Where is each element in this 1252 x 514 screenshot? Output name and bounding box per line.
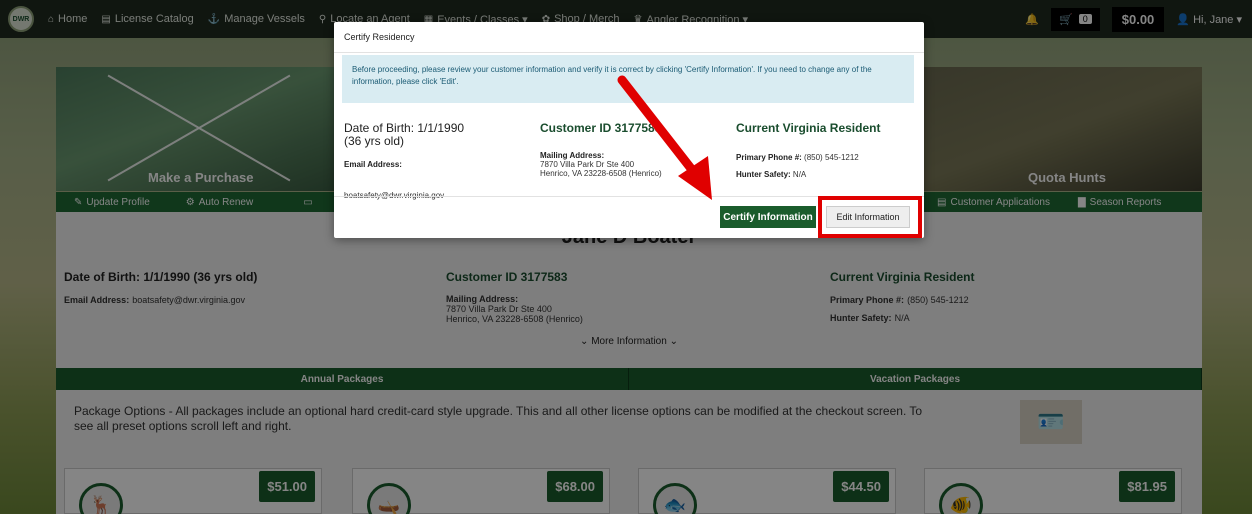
certify-information-button[interactable]: Certify Information [720, 206, 816, 228]
modal-address-line-2: Henrico, VA 23228-6508 (Henrico) [540, 169, 662, 178]
modal-header-divider [334, 52, 924, 53]
edit-button-highlight-box [818, 196, 922, 238]
modal-residency: Current Virginia Resident [736, 121, 881, 135]
modal-hunter-row: Hunter Safety: N/A [736, 170, 807, 179]
modal-phone-row: Primary Phone #: (850) 545-1212 [736, 153, 859, 162]
modal-address-line-1: 7870 Villa Park Dr Ste 400 [540, 160, 635, 169]
modal-title: Certify Residency [344, 32, 415, 42]
modal-mailing-label: Mailing Address: [540, 151, 605, 160]
modal-age: (36 yrs old) [344, 134, 405, 148]
modal-info-column-2: Customer ID 3177583 Mailing Address: 787… [540, 121, 662, 179]
modal-info-column-3: Current Virginia Resident Primary Phone … [736, 121, 881, 180]
modal-notice: Before proceeding, please review your cu… [342, 55, 914, 103]
modal-email-label: Email Address: [344, 160, 402, 169]
modal-customer-id: Customer ID 3177583 [540, 121, 662, 135]
modal-info-column-1: Date of Birth: 1/1/1990 (36 yrs old) Ema… [344, 122, 464, 201]
